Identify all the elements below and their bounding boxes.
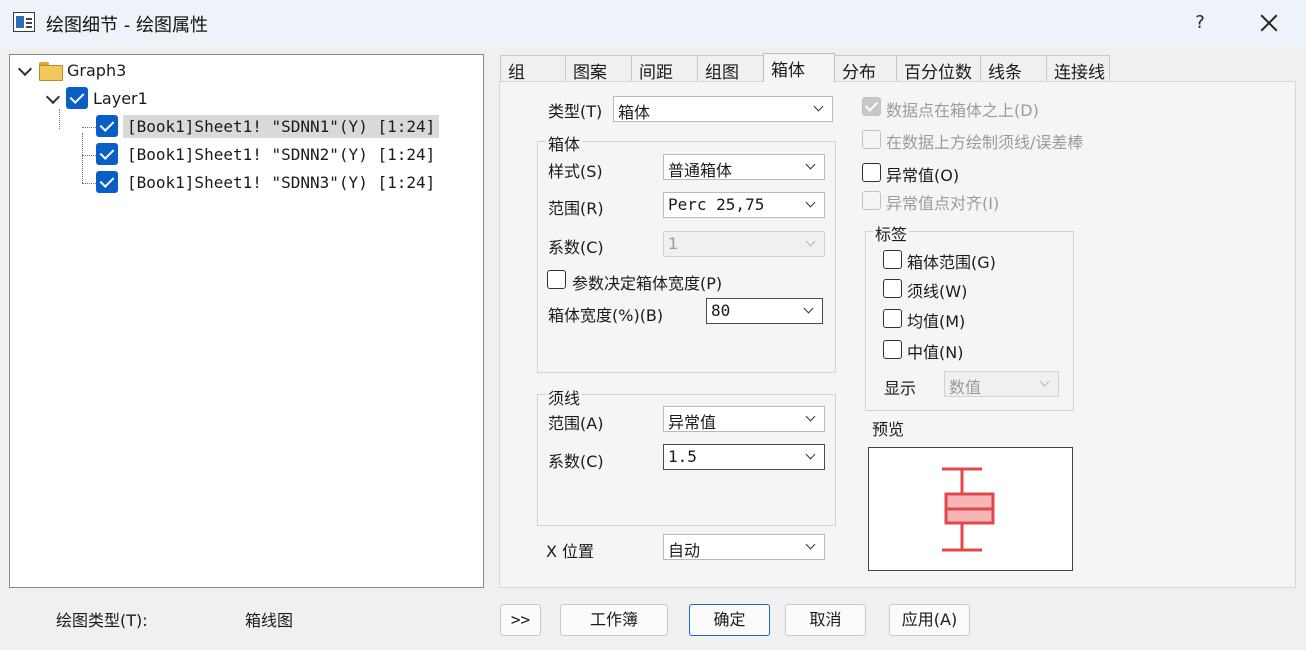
help-button[interactable]: ? <box>1186 9 1214 37</box>
tab-spacing[interactable]: 间距 <box>631 55 698 83</box>
outliers-checkbox[interactable] <box>862 163 881 182</box>
tab-box[interactable]: 箱体 <box>763 53 835 82</box>
box-group-title: 箱体 <box>546 131 583 155</box>
plot-checkbox[interactable] <box>96 171 118 193</box>
coef-label: 系数(C) <box>548 238 604 257</box>
tab-connect-line[interactable]: 连接线 <box>1046 55 1110 83</box>
tab-line[interactable]: 线条 <box>980 55 1047 83</box>
points-above-checkbox[interactable] <box>862 97 881 116</box>
label-whisker-checkbox[interactable] <box>883 279 902 298</box>
cancel-button[interactable]: 取消 <box>785 604 866 636</box>
tab-group[interactable]: 组 <box>500 55 566 83</box>
display-select[interactable]: 数值 <box>944 371 1059 397</box>
points-above-label: 数据点在箱体之上(D) <box>886 101 1039 120</box>
preview-label: 预览 <box>872 420 905 439</box>
style-select[interactable]: 普通箱体 <box>663 154 825 180</box>
close-button[interactable] <box>1254 8 1284 38</box>
tree-guide <box>82 127 96 128</box>
type-label: 类型(T) <box>548 102 603 121</box>
whisker-range-label: 范围(A) <box>548 414 604 433</box>
tab-percentile[interactable]: 百分位数 <box>896 55 981 83</box>
tree-item-plot-3[interactable]: [Book1]Sheet1! "SDNN3"(Y) [1:24] <box>96 169 439 195</box>
outlier-align-checkbox[interactable] <box>862 191 881 210</box>
preview-box <box>868 447 1073 571</box>
tree-item-plot-1[interactable]: [Book1]Sheet1! "SDNN1"(Y) [1:24] <box>96 113 440 139</box>
whisker-group-title: 须线 <box>546 385 583 409</box>
display-label: 显示 <box>884 379 917 398</box>
tree-guide <box>59 109 60 129</box>
tree-label-plot: [Book1]Sheet1! "SDNN1"(Y) [1:24] <box>123 114 440 138</box>
tab-subplot[interactable]: 组图 <box>697 55 764 83</box>
apply-button[interactable]: 应用(A) <box>889 604 970 636</box>
label-mean-label: 均值(M) <box>907 312 966 331</box>
layer-checkbox[interactable] <box>66 87 88 109</box>
plot-tree[interactable]: Graph3 Layer1 [Book1]Sheet1! "SDNN1"(Y) … <box>9 54 484 588</box>
param-width-label: 参数决定箱体宽度(P) <box>572 274 723 293</box>
chevron-down-icon[interactable] <box>18 63 32 77</box>
tree-guide <box>82 155 96 156</box>
tab-pattern[interactable]: 图案 <box>565 55 632 83</box>
box-width-select[interactable]: 80 <box>706 298 823 324</box>
tree-guide <box>82 183 96 184</box>
label-box-range-label: 箱体范围(G) <box>907 253 996 272</box>
whisker-coef-label: 系数(C) <box>548 452 604 471</box>
label-box-range-checkbox[interactable] <box>883 250 902 269</box>
ok-button[interactable]: 确定 <box>689 604 770 636</box>
tree-label-plot: [Book1]Sheet1! "SDNN3"(Y) [1:24] <box>127 172 436 192</box>
tree-label-layer: Layer1 <box>93 88 148 108</box>
window-title: 绘图细节 - 绘图属性 <box>46 15 208 36</box>
tree-item-plot-2[interactable]: [Book1]Sheet1! "SDNN2"(Y) [1:24] <box>96 141 439 167</box>
coef-select[interactable]: 1 <box>663 231 825 257</box>
folder-open-icon <box>38 60 63 81</box>
style-label: 样式(S) <box>548 162 603 181</box>
whisker-above-label: 在数据上方绘制须线/误差棒 <box>886 133 1084 152</box>
whisker-above-checkbox[interactable] <box>862 130 881 149</box>
plot-type-label: 绘图类型(T): <box>56 611 148 630</box>
label-median-label: 中值(N) <box>907 343 964 362</box>
app-window-icon <box>13 12 35 32</box>
outliers-label: 异常值(O) <box>886 166 960 185</box>
tree-item-layer[interactable]: Layer1 <box>46 85 148 111</box>
type-select[interactable]: 箱体 <box>613 96 833 122</box>
range-label: 范围(R) <box>548 199 604 218</box>
label-mean-checkbox[interactable] <box>883 309 902 328</box>
xpos-select[interactable]: 自动 <box>663 534 825 560</box>
tree-label-graph: Graph3 <box>67 60 127 80</box>
label-whisker-label: 须线(W) <box>907 282 968 301</box>
whisker-range-select[interactable]: 异常值 <box>663 406 825 432</box>
chevron-down-icon[interactable] <box>46 91 60 105</box>
box-plot-preview-icon <box>942 467 995 552</box>
labels-group-title: 标签 <box>873 221 910 245</box>
tree-label-plot: [Book1]Sheet1! "SDNN2"(Y) [1:24] <box>127 144 436 164</box>
plot-checkbox[interactable] <box>96 115 118 137</box>
xpos-label: X 位置 <box>546 542 595 561</box>
workbook-button[interactable]: 工作簿 <box>560 604 668 636</box>
tab-distribution[interactable]: 分布 <box>834 55 897 83</box>
label-median-checkbox[interactable] <box>883 340 902 359</box>
outlier-align-label: 异常值点对齐(I) <box>886 194 1000 213</box>
tree-item-graph[interactable]: Graph3 <box>18 57 126 83</box>
range-select[interactable]: Perc 25,75 <box>663 192 825 218</box>
whisker-coef-select[interactable]: 1.5 <box>663 444 825 470</box>
param-width-checkbox[interactable] <box>547 270 566 289</box>
box-width-label: 箱体宽度(%)(B) <box>548 306 664 325</box>
plot-type-value: 箱线图 <box>245 611 294 630</box>
expand-button[interactable]: >> <box>500 604 541 636</box>
plot-checkbox[interactable] <box>96 143 118 165</box>
tree-guide <box>82 133 83 183</box>
